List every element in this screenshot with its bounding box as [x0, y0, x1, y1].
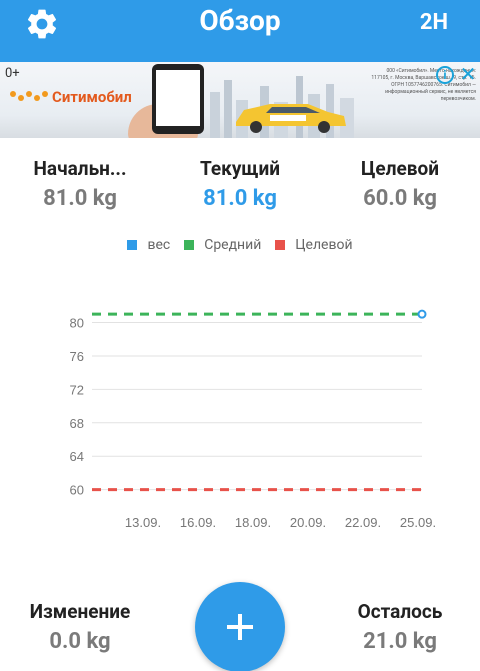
y-tick-label: 76 [70, 349, 84, 364]
current-weight-stat: Текущий 81.0 kg [180, 157, 300, 211]
start-weight-stat: Начальн... 81.0 kg [20, 157, 140, 211]
y-tick-label: 60 [70, 483, 84, 498]
change-value: 0.0 kg [49, 629, 111, 654]
remaining-value: 21.0 kg [363, 629, 437, 654]
add-entry-button[interactable] [195, 582, 285, 671]
y-tick-label: 80 [70, 316, 84, 331]
current-weight-value: 81.0 kg [203, 186, 277, 211]
legend-swatch-weight [127, 240, 138, 250]
ad-close-icon[interactable]: ✕ [458, 64, 478, 84]
chart-legend: вес Средний Целевой [0, 237, 480, 253]
app-root: Обзор 2Н 0+ Ситимобил 000 «Ситимобил». М… [0, 0, 480, 671]
remaining-stat: Осталось 21.0 kg [330, 600, 470, 654]
ad-brand: Ситимобил [10, 88, 132, 106]
time-range-button[interactable]: 2Н [420, 10, 448, 35]
x-tick-label: 20.09. [290, 515, 326, 530]
x-tick-label: 18.09. [235, 515, 271, 530]
y-tick-label: 68 [70, 416, 84, 431]
page-title: Обзор [199, 4, 281, 37]
change-label: Изменение [29, 600, 131, 623]
start-weight-value: 81.0 kg [43, 186, 117, 211]
x-tick-label: 16.09. [180, 515, 216, 530]
target-weight-value: 60.0 kg [363, 186, 437, 211]
y-tick-label: 64 [70, 449, 84, 464]
y-tick-label: 72 [70, 382, 84, 397]
ad-brand-name: Ситимобил [52, 88, 132, 106]
target-weight-label: Целевой [361, 157, 439, 180]
start-weight-label: Начальн... [33, 157, 127, 180]
ad-phone-image [152, 64, 204, 134]
legend-item-weight: вес [127, 237, 170, 253]
legend-item-target: Целевой [275, 237, 353, 253]
weight-data-point [417, 309, 427, 319]
current-weight-label: Текущий [199, 157, 281, 180]
ad-banner[interactable]: 0+ Ситимобил 000 «Ситимобил». Место нахо… [0, 62, 480, 138]
change-stat: Изменение 0.0 kg [10, 600, 150, 654]
remaining-label: Осталось [357, 600, 443, 623]
x-tick-label: 22.09. [345, 515, 381, 530]
legend-label-target: Целевой [295, 237, 353, 253]
weight-chart[interactable]: 60 64 68 72 76 80 13.09. 16.09. 18.09. 20.09. 22.0… [0, 300, 480, 540]
target-weight-stat: Целевой 60.0 kg [340, 157, 460, 211]
ad-brand-logo-icon [10, 89, 48, 105]
legend-swatch-target [275, 240, 286, 250]
x-tick-label: 13.09. [125, 515, 161, 530]
plus-icon-vertical [238, 614, 242, 640]
legend-item-average: Средний [184, 237, 261, 253]
legend-label-average: Средний [204, 237, 262, 253]
ad-taxi-car-image [236, 104, 346, 133]
top-app-bar: Обзор 2Н [0, 0, 480, 62]
legend-label-weight: вес [147, 237, 171, 253]
x-tick-label: 25.09. [400, 515, 436, 530]
ad-age-rating: 0+ [5, 66, 20, 81]
legend-swatch-average [184, 240, 195, 250]
ad-info-icon[interactable]: i [436, 66, 454, 84]
